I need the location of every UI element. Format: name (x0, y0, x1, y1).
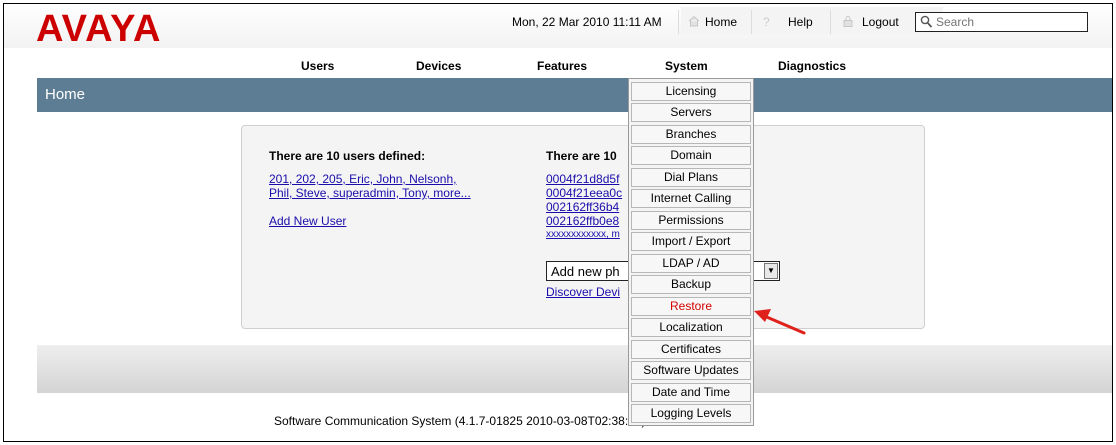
help-link[interactable]: Help (788, 15, 813, 29)
devices-heading: There are 10 (546, 149, 617, 163)
search-input[interactable] (936, 14, 1084, 30)
menu-item-branches[interactable]: Branches (631, 125, 751, 144)
discover-devices-link[interactable]: Discover Devi (546, 285, 620, 299)
avaya-logo: AVAYA (36, 8, 162, 50)
padlock-icon[interactable] (842, 15, 854, 27)
users-heading: There are 10 users defined: (269, 149, 426, 163)
add-phone-select-value: Add new ph (551, 264, 620, 279)
svg-text:?: ? (763, 15, 770, 27)
content-footer-band (37, 345, 1112, 393)
menu-item-servers[interactable]: Servers (631, 103, 751, 122)
page-title-bar: Home (37, 78, 1112, 112)
menu-item-logging-levels[interactable]: Logging Levels (631, 404, 751, 423)
help-icon[interactable]: ? (760, 15, 772, 27)
footer-version: Software Communication System (4.1.7-018… (274, 414, 646, 428)
page-title: Home (45, 86, 86, 103)
date-time: Mon, 22 Mar 2010 11:11 AM (512, 15, 662, 29)
menu-item-import-export[interactable]: Import / Export (631, 232, 751, 251)
menu-item-software-updates[interactable]: Software Updates (631, 361, 751, 380)
users-list-link[interactable]: Phil, Steve, superadmin, Tony, more... (269, 186, 471, 200)
search-box[interactable] (915, 12, 1088, 32)
utility-separator (751, 10, 752, 34)
menu-item-backup[interactable]: Backup (631, 275, 751, 294)
menu-item-dial-plans[interactable]: Dial Plans (631, 168, 751, 187)
utility-separator (678, 10, 679, 34)
home-link[interactable]: Home (705, 15, 737, 29)
device-link[interactable]: 0004f21eea0c (546, 186, 622, 200)
nav-diagnostics[interactable]: Diagnostics (778, 59, 846, 73)
menu-item-certificates[interactable]: Certificates (631, 340, 751, 359)
add-new-user-link[interactable]: Add New User (269, 214, 346, 228)
utility-separator (830, 10, 831, 34)
chevron-down-icon[interactable]: ▼ (764, 263, 778, 279)
device-link[interactable]: xxxxxxxxxxxx, m (546, 229, 620, 240)
nav-devices[interactable]: Devices (416, 59, 461, 73)
nav-system[interactable]: System (665, 59, 708, 73)
device-link[interactable]: 002162ff36b4 (546, 200, 619, 214)
nav-features[interactable]: Features (537, 59, 587, 73)
magnifier-icon (920, 15, 933, 28)
menu-item-date-and-time[interactable]: Date and Time (631, 383, 751, 402)
menu-item-internet-calling[interactable]: Internet Calling (631, 189, 751, 208)
logout-link[interactable]: Logout (862, 15, 899, 29)
menu-item-restore[interactable]: Restore (631, 297, 751, 316)
system-dropdown-menu: Licensing Servers Branches Domain Dial P… (628, 78, 754, 426)
nav-users[interactable]: Users (301, 59, 334, 73)
device-link[interactable]: 002162ffb0e8 (546, 214, 619, 228)
menu-item-ldap-ad[interactable]: LDAP / AD (631, 254, 751, 273)
menu-item-domain[interactable]: Domain (631, 146, 751, 165)
menu-item-permissions[interactable]: Permissions (631, 211, 751, 230)
device-link[interactable]: 0004f21d8d5f (546, 172, 619, 186)
menu-item-licensing[interactable]: Licensing (631, 82, 751, 101)
home-icon[interactable] (688, 15, 700, 27)
menu-item-localization[interactable]: Localization (631, 318, 751, 337)
app-window: AVAYA Mon, 22 Mar 2010 11:11 AM Home ? H… (3, 3, 1113, 442)
users-list-link[interactable]: 201, 202, 205, Eric, John, Nelsonh, (269, 172, 456, 186)
